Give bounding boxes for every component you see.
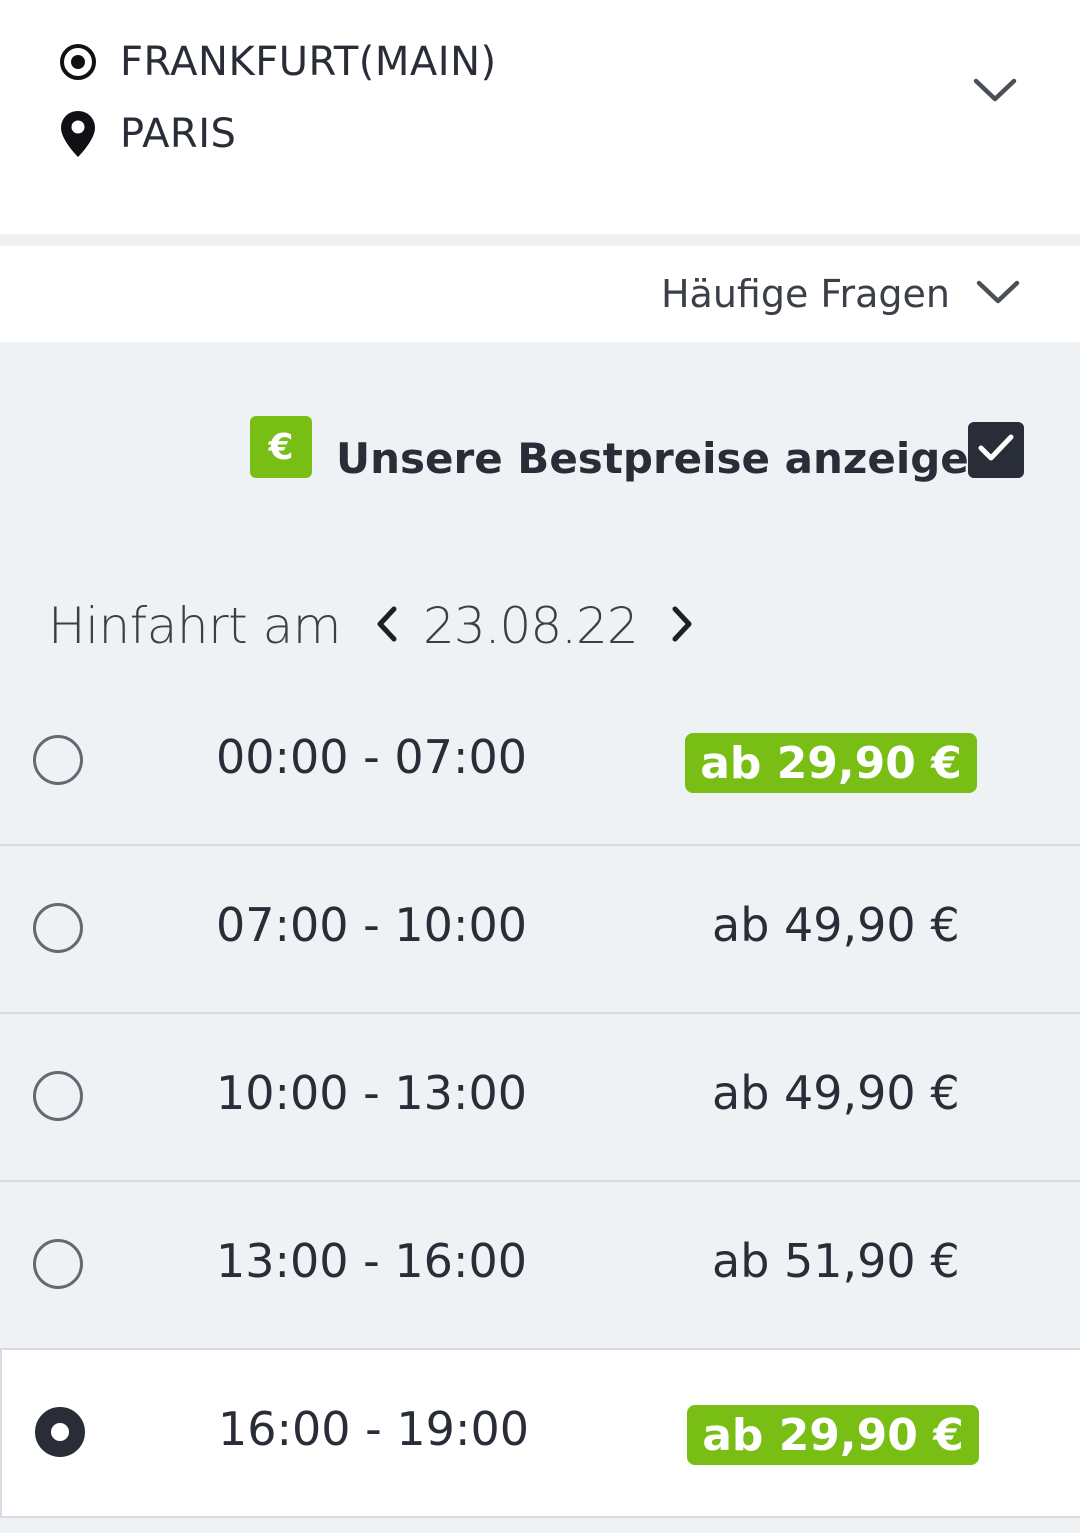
previous-day-button[interactable]	[367, 596, 407, 656]
best-price-checkbox[interactable]	[968, 422, 1024, 478]
time-slot-price: ab 49,90 €	[712, 898, 960, 952]
origin-target-icon	[56, 42, 100, 82]
route-origin: FRANKFURT(MAIN)	[56, 34, 497, 90]
best-price-badge: ab 29,90 €	[687, 1405, 979, 1465]
selected-date: 23.08.22	[423, 597, 639, 655]
map-pin-icon	[56, 109, 100, 159]
time-slot-price: ab 49,90 €	[712, 1066, 960, 1120]
section-divider	[0, 234, 1080, 246]
time-slot-row[interactable]: 13:00 - 16:00 ab 51,90 €	[0, 1182, 1080, 1350]
time-slot-radio[interactable]	[33, 903, 83, 953]
best-price-label: Unsere Bestpreise anzeigen1	[336, 429, 1019, 483]
time-slot-row[interactable]: 10:00 - 13:00 ab 49,90 €	[0, 1014, 1080, 1182]
time-slot-price: ab 51,90 €	[712, 1234, 960, 1288]
date-selector: Hinfahrt am 23.08.22	[48, 590, 702, 662]
faq-label: Häufige Fragen	[660, 272, 950, 316]
origin-station: FRANKFURT(MAIN)	[120, 39, 497, 85]
faq-toggle-button[interactable]: Häufige Fragen	[661, 266, 1020, 322]
route-summary[interactable]: FRANKFURT(MAIN) PARIS	[0, 0, 1080, 234]
date-label: Hinfahrt am	[48, 597, 342, 655]
time-slot-range: 00:00 - 07:00	[216, 730, 527, 784]
chevron-down-icon	[973, 77, 1017, 107]
connection-search-panel: € Unsere Bestpreise anzeigen1 Hinfahrt a…	[0, 342, 1080, 1533]
time-slot-range: 16:00 - 19:00	[218, 1402, 529, 1456]
time-slot-radio-selected[interactable]	[35, 1407, 85, 1457]
best-price-badge: ab 29,90 €	[685, 733, 977, 793]
faq-section: Häufige Fragen	[0, 246, 1080, 342]
time-slot-row[interactable]: 07:00 - 10:00 ab 49,90 €	[0, 846, 1080, 1014]
chevron-right-icon	[671, 606, 693, 646]
time-slot-list: 00:00 - 07:00 ab 29,90 € 07:00 - 10:00 a…	[0, 678, 1080, 1518]
euro-badge-icon: €	[250, 416, 312, 478]
chevron-down-icon	[976, 279, 1020, 309]
time-slot-range: 13:00 - 16:00	[216, 1234, 527, 1288]
time-slot-row-selected[interactable]: 16:00 - 19:00 ab 29,90 €	[0, 1350, 1080, 1518]
time-slot-range: 10:00 - 13:00	[216, 1066, 527, 1120]
time-slot-radio[interactable]	[33, 1071, 83, 1121]
route-expand-button[interactable]	[970, 70, 1020, 114]
time-slot-row[interactable]: 00:00 - 07:00 ab 29,90 €	[0, 678, 1080, 846]
time-slot-range: 07:00 - 10:00	[216, 898, 527, 952]
time-slot-radio[interactable]	[33, 735, 83, 785]
chevron-left-icon	[376, 606, 398, 646]
destination-station: PARIS	[120, 111, 237, 157]
best-price-label-text: Unsere Bestpreise anzeigen	[336, 434, 999, 483]
time-slot-radio[interactable]	[33, 1239, 83, 1289]
best-price-toggle[interactable]: € Unsere Bestpreise anzeigen1	[250, 416, 1030, 506]
route-destination: PARIS	[56, 104, 236, 164]
checkmark-icon	[977, 433, 1015, 467]
next-day-button[interactable]	[662, 596, 702, 656]
